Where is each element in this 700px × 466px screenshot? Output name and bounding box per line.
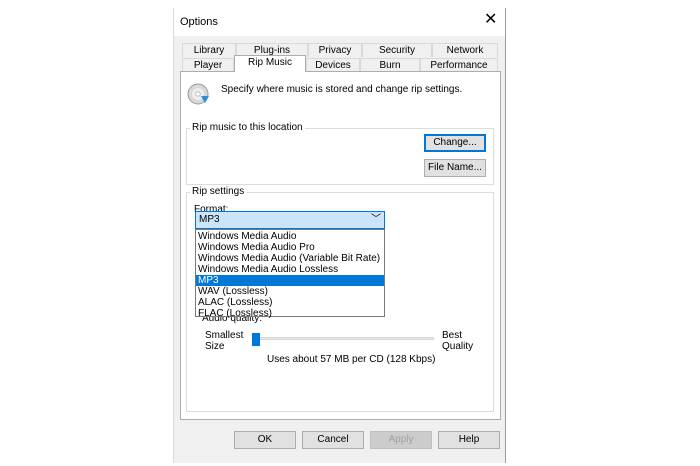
tab-security[interactable]: Security xyxy=(362,43,432,57)
quality-slider-track[interactable] xyxy=(254,337,434,340)
window-edge xyxy=(505,8,506,463)
tab-network[interactable]: Network xyxy=(432,43,498,57)
smallest-size-label-2: Size xyxy=(205,341,225,352)
cd-rip-icon xyxy=(187,83,209,105)
apply-button[interactable]: Apply xyxy=(370,431,432,449)
format-option[interactable]: WAV (Lossless) xyxy=(196,286,384,297)
ok-button[interactable]: OK xyxy=(234,431,296,449)
tab-player[interactable]: Player xyxy=(182,58,234,72)
tab-rip-music[interactable]: Rip Music xyxy=(234,55,306,72)
format-option[interactable]: Windows Media Audio (Variable Bit Rate) xyxy=(196,253,384,264)
format-dropdown-list: Windows Media Audio Windows Media Audio … xyxy=(195,229,385,319)
dialog-title: Options xyxy=(180,16,218,28)
tab-burn[interactable]: Burn xyxy=(360,58,420,72)
format-option-selected[interactable]: MP3 xyxy=(196,275,384,286)
format-option[interactable]: Windows Media Audio xyxy=(196,231,384,242)
chevron-down-icon: ﹀ xyxy=(371,214,381,225)
tab-devices[interactable]: Devices xyxy=(306,58,360,72)
change-button[interactable]: Change... xyxy=(424,134,486,152)
help-button[interactable]: Help xyxy=(438,431,500,449)
selected-format: MP3 xyxy=(199,214,220,225)
title-bar: Options ✕ xyxy=(174,8,505,36)
cancel-button[interactable]: Cancel xyxy=(302,431,364,449)
rip-location-label: Rip music to this location xyxy=(190,122,305,133)
rip-settings-label: Rip settings xyxy=(190,186,247,197)
tab-privacy[interactable]: Privacy xyxy=(308,43,362,57)
format-option[interactable]: ALAC (Lossless) xyxy=(196,297,384,308)
format-option[interactable]: Windows Media Audio Pro xyxy=(196,242,384,253)
smallest-size-label-1: Smallest xyxy=(205,330,244,341)
format-option[interactable]: Windows Media Audio Lossless xyxy=(196,264,384,275)
format-select[interactable]: MP3 ﹀ xyxy=(195,211,385,229)
tab-performance[interactable]: Performance xyxy=(420,58,498,72)
description-text: Specify where music is stored and change… xyxy=(221,84,463,95)
format-option[interactable]: FLAC (Lossless) xyxy=(196,308,384,319)
close-icon[interactable]: ✕ xyxy=(484,12,497,28)
best-quality-label-1: Best xyxy=(442,330,463,341)
usage-text: Uses about 57 MB per CD (128 Kbps) xyxy=(267,354,436,365)
best-quality-label-2: Quality xyxy=(442,341,474,352)
tab-library[interactable]: Library xyxy=(182,43,236,57)
quality-slider-thumb[interactable] xyxy=(252,333,260,346)
file-name-button[interactable]: File Name... xyxy=(424,159,486,177)
